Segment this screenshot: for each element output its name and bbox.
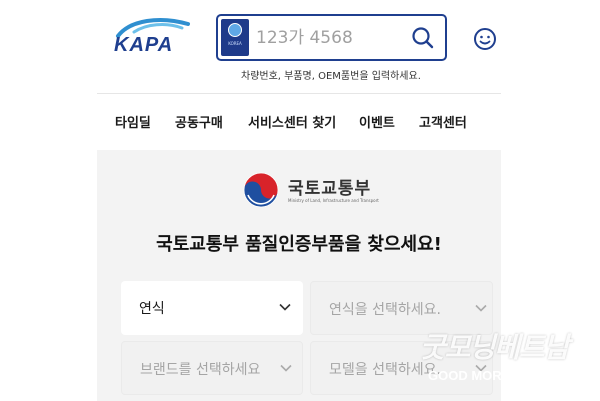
watermark-english-italic: Vietnam bbox=[537, 369, 593, 384]
brand-select[interactable]: 브랜드를 선택하세요 bbox=[121, 341, 303, 395]
nav-item-group-buy[interactable]: 공동구매 bbox=[175, 112, 223, 131]
chevron-down-icon bbox=[280, 364, 292, 372]
search-input[interactable] bbox=[256, 24, 396, 52]
watermark-english: GOOD MORNING Vietnam bbox=[428, 368, 592, 384]
kapa-logo[interactable]: KAPA bbox=[112, 14, 198, 58]
chevron-down-icon bbox=[475, 304, 487, 312]
plate-badge-text: KOREA bbox=[228, 41, 242, 46]
watermark-korean: 굿모닝베트남 bbox=[420, 331, 570, 364]
plate-emblem-icon bbox=[228, 23, 242, 37]
plate-search-box: KOREA bbox=[216, 14, 447, 61]
search-hint: 차량번호, 부품명, OEM품번을 입력하세요. bbox=[241, 71, 421, 82]
ministry-name: 국토교통부 bbox=[288, 179, 372, 199]
nav-item-customer-center[interactable]: 고객센터 bbox=[419, 112, 467, 131]
search-button[interactable] bbox=[410, 25, 436, 51]
watermark-english-bold: GOOD MORNING bbox=[428, 368, 535, 383]
smiley-icon bbox=[474, 28, 496, 50]
year-model-select-label: 연식을 선택하세요. bbox=[329, 302, 441, 318]
header-divider bbox=[97, 93, 501, 94]
nav-item-service-center[interactable]: 서비스센터 찾기 bbox=[248, 112, 336, 131]
brand-select-label: 브랜드를 선택하세요 bbox=[140, 362, 261, 378]
logo-wordmark: KAPA bbox=[114, 34, 174, 56]
korea-plate-badge: KOREA bbox=[221, 19, 249, 56]
chevron-down-icon bbox=[279, 303, 291, 311]
profile-button[interactable] bbox=[473, 27, 497, 51]
ministry-name-en: Ministry of Land, Infrastructure and Tra… bbox=[288, 198, 379, 203]
year-select[interactable]: 연식 bbox=[121, 281, 303, 335]
year-select-label: 연식 bbox=[139, 301, 165, 317]
section-headline: 국토교통부 품질인증부품을 찾으세요! bbox=[156, 234, 442, 255]
taegeuk-emblem-icon bbox=[243, 172, 279, 208]
main-nav: 타임딜 공동구매 서비스센터 찾기 이벤트 고객센터 bbox=[97, 104, 501, 140]
nav-item-event[interactable]: 이벤트 bbox=[359, 112, 395, 131]
search-icon bbox=[412, 27, 434, 49]
nav-item-time-deal[interactable]: 타임딜 bbox=[115, 112, 151, 131]
